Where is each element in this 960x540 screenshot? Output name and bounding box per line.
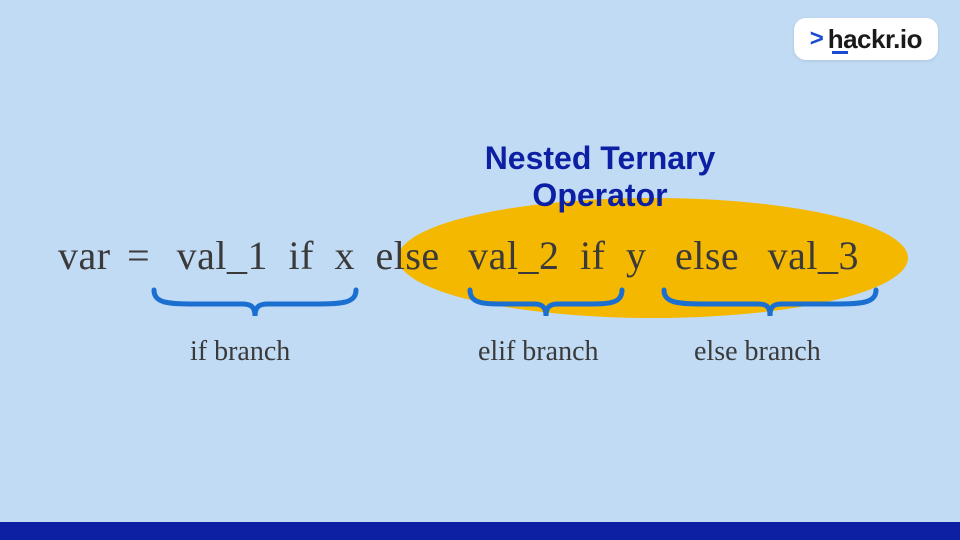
expr-else1: else (375, 232, 439, 279)
expr-y: y (626, 232, 647, 279)
bottom-accent-bar (0, 522, 960, 540)
ternary-expression: var = val_1 if x else val_2 if y else va… (58, 232, 859, 279)
title-line-2: Operator (532, 177, 667, 213)
logo-underline (832, 51, 848, 54)
label-else-branch: else branch (694, 336, 821, 368)
label-if-branch: if branch (190, 336, 290, 368)
label-elif-branch: elif branch (478, 336, 599, 368)
expr-val2: val_2 (468, 232, 559, 279)
expr-val3: val_3 (768, 232, 859, 279)
expr-if2: if (580, 232, 605, 279)
logo-chevron-icon: > (810, 27, 824, 51)
expr-else2: else (675, 232, 739, 279)
brace-elif (466, 286, 626, 320)
expr-eq: = (127, 232, 150, 279)
brace-else (660, 286, 880, 320)
expr-x: x (334, 232, 355, 279)
logo-text: hackr.io (828, 26, 922, 52)
brace-if (150, 286, 360, 320)
expr-if: if (289, 232, 314, 279)
expr-val1: val_1 (177, 232, 268, 279)
expr-lhs: var (58, 232, 111, 279)
title-line-1: Nested Ternary (485, 140, 716, 176)
diagram-title: Nested Ternary Operator (440, 140, 760, 214)
logo-badge: > hackr.io (794, 18, 938, 60)
